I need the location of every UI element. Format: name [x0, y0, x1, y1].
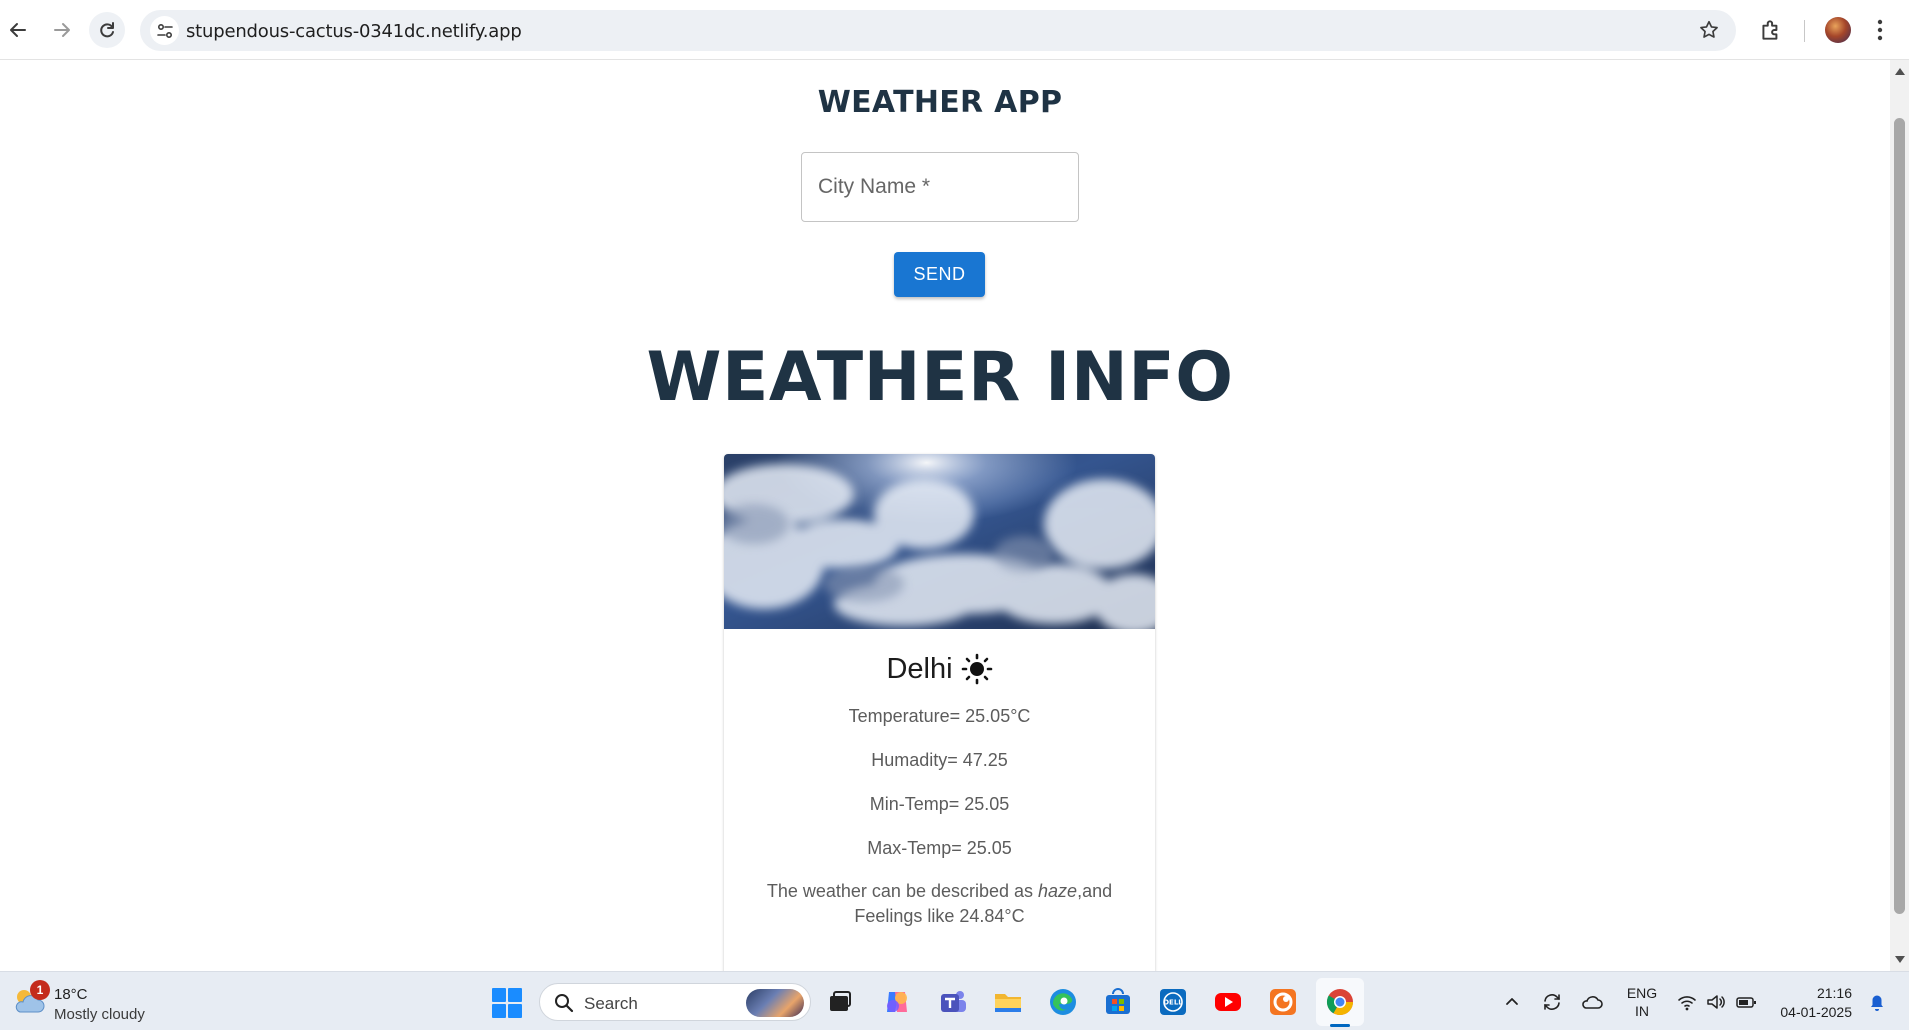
windows-taskbar: 1 18°C Mostly cloudy Search DELL ENG IN … — [0, 971, 1909, 1030]
arrow-left-icon — [10, 23, 26, 37]
volume-icon[interactable] — [1705, 992, 1727, 1012]
reload-icon — [100, 22, 114, 38]
notification-bell-icon[interactable] — [1868, 992, 1886, 1012]
weather-info-title: WEATHER INFO — [646, 338, 1234, 417]
search-label: Search — [584, 994, 638, 1013]
search-icon — [555, 994, 574, 1013]
teams-icon[interactable] — [937, 986, 969, 1018]
weather-card: Delhi Temperature= 25.05°C Humadity= 47.… — [724, 454, 1155, 971]
taskbar-search[interactable]: Search — [539, 983, 811, 1021]
clock-date: 04-01-2025 — [1780, 1004, 1852, 1020]
city-name-input[interactable] — [802, 153, 1078, 221]
svg-text:DELL: DELL — [1163, 999, 1183, 1007]
weather-widget[interactable]: 1 18°C Mostly cloudy — [12, 980, 172, 1024]
language-region: IN — [1635, 1003, 1649, 1019]
bookmark-star-icon[interactable] — [1698, 19, 1720, 41]
weather-temp: 18°C — [54, 986, 88, 1003]
reload-button[interactable] — [89, 12, 125, 48]
dell-icon[interactable]: DELL — [1157, 986, 1189, 1018]
toolbar-divider — [1804, 20, 1805, 42]
weather-alert-badge: 1 — [30, 980, 50, 1000]
copilot-icon[interactable] — [881, 986, 913, 1018]
language-indicator[interactable]: ENG IN — [1624, 984, 1660, 1020]
url-text[interactable]: stupendous-cactus-0341dc.netlify.app — [186, 21, 522, 42]
more-vert-icon[interactable] — [1876, 18, 1884, 42]
weather-card-body: Delhi Temperature= 25.05°C Humadity= 47.… — [724, 629, 1155, 929]
min-temp-text: Min-Temp= 25.05 — [869, 794, 1010, 814]
windows-start-icon[interactable] — [492, 988, 522, 1018]
city-heading: Delhi — [724, 649, 1155, 689]
description-prefix: The weather can be described as — [766, 881, 1039, 901]
youtube-icon[interactable] — [1212, 986, 1244, 1018]
scroll-up-icon[interactable] — [1895, 68, 1905, 75]
humidity-text: Humadity= 47.25 — [871, 750, 1008, 770]
system-clock[interactable]: 21:16 04-01-2025 — [1770, 984, 1852, 1022]
search-highlight-art — [746, 989, 804, 1017]
weather-description: The weather can be described as haze,and… — [724, 879, 1155, 929]
tune-icon — [156, 23, 173, 38]
file-explorer-icon[interactable] — [992, 986, 1024, 1018]
extensions-icon[interactable] — [1758, 17, 1784, 43]
forward-button[interactable] — [44, 12, 80, 48]
page-viewport: WEATHER APP SEND WEATHER INFO — [0, 60, 1890, 971]
weather-condition: Mostly cloudy — [54, 1006, 145, 1023]
scroll-down-icon[interactable] — [1895, 956, 1905, 963]
app-title: WEATHER APP — [817, 85, 1063, 120]
edge-icon[interactable] — [1047, 986, 1079, 1018]
browser-toolbar: stupendous-cactus-0341dc.netlify.app — [0, 0, 1909, 60]
arrow-right-icon — [54, 23, 70, 37]
max-temp-text: Max-Temp= 25.05 — [867, 838, 1012, 858]
profile-avatar[interactable] — [1825, 17, 1851, 43]
sun-icon — [961, 653, 992, 685]
address-bar[interactable]: stupendous-cactus-0341dc.netlify.app — [140, 10, 1736, 51]
task-view-icon[interactable] — [824, 986, 856, 1018]
back-button[interactable] — [0, 12, 36, 48]
send-button[interactable]: SEND — [894, 252, 985, 297]
clouds-image — [724, 454, 1155, 629]
clock-time: 21:16 — [1816, 985, 1852, 1001]
page-scrollbar[interactable] — [1890, 60, 1909, 971]
description-condition: haze — [1038, 881, 1078, 901]
language-code: ENG — [1626, 985, 1658, 1001]
onedrive-cloud-icon[interactable] — [1581, 992, 1603, 1012]
sync-icon[interactable] — [1541, 992, 1563, 1012]
battery-icon[interactable] — [1735, 992, 1757, 1012]
crunchyroll-icon[interactable] — [1267, 986, 1299, 1018]
scrollbar-thumb[interactable] — [1894, 118, 1905, 914]
chevron-up-icon[interactable] — [1505, 994, 1519, 1008]
wifi-icon[interactable] — [1676, 992, 1698, 1012]
microsoft-store-icon[interactable] — [1102, 986, 1134, 1018]
temperature-text: Temperature= 25.05°C — [848, 706, 1031, 726]
city-name-field[interactable] — [801, 152, 1079, 222]
site-info-button[interactable] — [150, 16, 179, 45]
chrome-icon[interactable] — [1324, 986, 1356, 1018]
active-app-indicator — [1330, 1024, 1350, 1027]
city-name: Delhi — [886, 652, 953, 685]
